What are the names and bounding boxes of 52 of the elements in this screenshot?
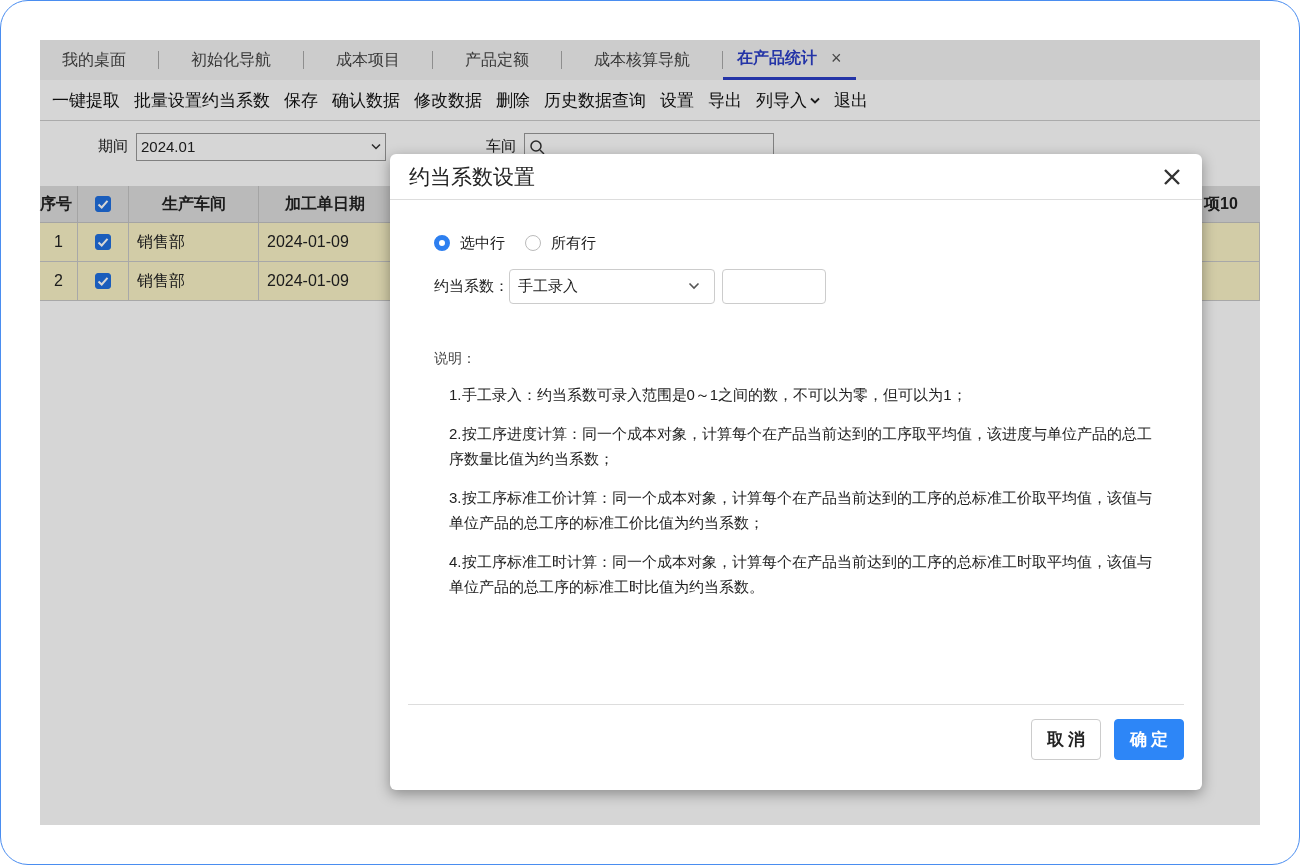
toolbar-button[interactable]: 退出 (834, 88, 868, 112)
tab[interactable]: 产品定额 (433, 40, 561, 80)
filter-label: 期间 (98, 137, 128, 156)
caret-icon (688, 282, 700, 290)
notes-title: 说明： (434, 350, 477, 368)
note-paragraph: 1.手工录入：约当系数可录入范围是0～1之间的数，不可以为零，但可以为1； (449, 385, 968, 405)
toolbar-button[interactable]: 列导入 (756, 88, 820, 112)
toolbar-button[interactable]: 设置 (660, 88, 694, 112)
input-field[interactable] (722, 268, 826, 304)
radio-button[interactable] (525, 235, 541, 251)
confirm-button[interactable]: 确定 (1114, 719, 1184, 760)
toolbar-button[interactable]: 删除 (496, 88, 530, 112)
filter-label: 车间 (486, 137, 516, 156)
toolbar-button[interactable]: 保存 (284, 88, 318, 112)
method-dropdown[interactable]: 手工录入 (509, 268, 715, 304)
toolbar-button[interactable]: 批量设置约当系数 (134, 88, 270, 112)
radio-button[interactable] (434, 235, 450, 251)
tab[interactable]: 初始化导航 (159, 40, 303, 80)
search-icon (529, 138, 545, 155)
tab[interactable]: 成本核算导航 (562, 40, 722, 80)
table-cell: 2 (40, 262, 78, 301)
checkbox[interactable] (95, 234, 111, 250)
field-label: 约当系数： (434, 276, 509, 296)
toolbar-button[interactable]: 修改数据 (414, 88, 482, 112)
caret-icon (371, 143, 381, 150)
table-cell: 销售部 (129, 262, 259, 301)
close-icon[interactable]: × (831, 48, 842, 69)
column-header: 生产车间 (129, 186, 259, 223)
toolbar-button[interactable]: 确认数据 (332, 88, 400, 112)
toolbar-button[interactable]: 历史数据查询 (544, 88, 646, 112)
table-cell: 1 (40, 223, 78, 262)
table-cell: 2024-01-09 (259, 262, 391, 301)
cancel-button[interactable]: 取消 (1031, 719, 1101, 760)
tab[interactable]: 成本项目 (304, 40, 432, 80)
dialog-title: 约当系数设置 (409, 163, 535, 190)
checkbox[interactable] (95, 273, 111, 289)
tab[interactable]: 在产品统计 × (723, 40, 856, 80)
column-header: 序号 (40, 186, 78, 223)
table-cell: 销售部 (129, 223, 259, 262)
note-paragraph: 2.按工序进度计算：同一个成本对象，计算每个在产品当前达到的工序取平均值，该进度与单位产品的总工序数量比值为约当系数； (449, 424, 1153, 469)
note-paragraph: 3.按工序标准工价计算：同一个成本对象，计算每个在产品当前达到的工序的总标准工价取平均值，该值与单位产品的总工序的标准工价比值为约当系数； (449, 488, 1153, 533)
column-header: 加工单日期 (259, 186, 391, 223)
table-cell: 2024-01-09 (259, 223, 391, 262)
radio-option[interactable]: 所有行 (525, 233, 596, 253)
checkbox[interactable] (95, 196, 111, 212)
close-icon[interactable] (1162, 166, 1182, 187)
tab[interactable]: 我的桌面 (62, 40, 158, 80)
note-paragraph: 4.按工序标准工时计算：同一个成本对象，计算每个在产品当前达到的工序的总标准工时取平均值，该值与单位产品的总工序的标准工时比值为约当系数。 (449, 552, 1153, 597)
toolbar-button[interactable]: 导出 (708, 88, 742, 112)
period-dropdown[interactable]: 2024.01 (136, 132, 386, 161)
toolbar-button[interactable]: 一键提取 (52, 88, 120, 112)
radio-option[interactable]: 选中行 (434, 233, 505, 253)
